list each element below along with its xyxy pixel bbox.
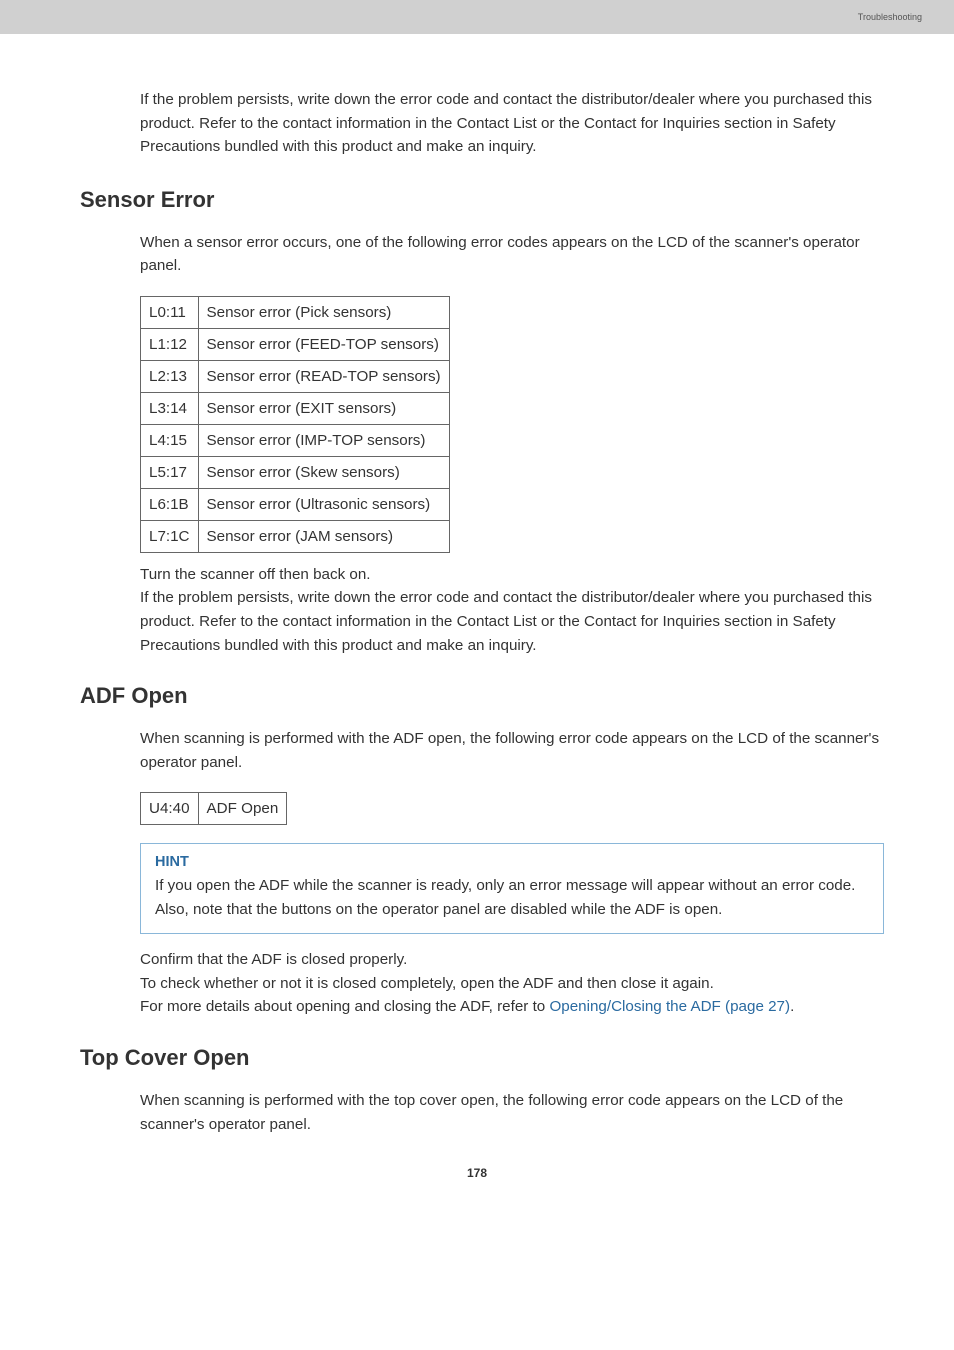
error-desc: Sensor error (Pick sensors) xyxy=(198,296,449,328)
adf-open-intro: When scanning is performed with the ADF … xyxy=(140,727,884,774)
header-category: Troubleshooting xyxy=(858,12,922,22)
sensor-error-after: Turn the scanner off then back on. If th… xyxy=(140,563,884,657)
table-row: L1:12 Sensor error (FEED-TOP sensors) xyxy=(141,328,450,360)
text-line: To check whether or not it is closed com… xyxy=(140,972,884,996)
error-code: L3:14 xyxy=(141,392,199,424)
text-prefix: For more details about opening and closi… xyxy=(140,998,549,1015)
error-code: U4:40 xyxy=(141,793,199,825)
text-line: Confirm that the ADF is closed properly. xyxy=(140,948,884,972)
adf-open-after: Confirm that the ADF is closed properly.… xyxy=(140,948,884,1019)
error-desc: Sensor error (Ultrasonic sensors) xyxy=(198,488,449,520)
error-desc: Sensor error (READ-TOP sensors) xyxy=(198,360,449,392)
table-row: L0:11 Sensor error (Pick sensors) xyxy=(141,296,450,328)
header-band: Troubleshooting xyxy=(0,0,954,34)
hint-title: HINT xyxy=(155,854,869,870)
error-code: L6:1B xyxy=(141,488,199,520)
hint-body: If you open the ADF while the scanner is… xyxy=(155,874,869,921)
page-content: If the problem persists, write down the … xyxy=(0,34,954,1180)
error-desc: Sensor error (JAM sensors) xyxy=(198,520,449,552)
error-code: L5:17 xyxy=(141,456,199,488)
hint-box: HINT If you open the ADF while the scann… xyxy=(140,843,884,934)
table-row: L5:17 Sensor error (Skew sensors) xyxy=(141,456,450,488)
error-code: L7:1C xyxy=(141,520,199,552)
top-cover-open-intro: When scanning is performed with the top … xyxy=(140,1089,884,1136)
cross-reference-link[interactable]: Opening/Closing the ADF (page 27) xyxy=(549,998,790,1015)
error-code: L1:12 xyxy=(141,328,199,360)
error-desc: Sensor error (Skew sensors) xyxy=(198,456,449,488)
table-row: L3:14 Sensor error (EXIT sensors) xyxy=(141,392,450,424)
table-row: L4:15 Sensor error (IMP-TOP sensors) xyxy=(141,424,450,456)
table-row: L6:1B Sensor error (Ultrasonic sensors) xyxy=(141,488,450,520)
error-code: L4:15 xyxy=(141,424,199,456)
error-desc: Sensor error (IMP-TOP sensors) xyxy=(198,424,449,456)
table-row: L2:13 Sensor error (READ-TOP sensors) xyxy=(141,360,450,392)
adf-open-table: U4:40 ADF Open xyxy=(140,792,287,825)
section-title-sensor-error: Sensor Error xyxy=(80,187,884,213)
hint-line: If you open the ADF while the scanner is… xyxy=(155,877,855,894)
text-line: If the problem persists, write down the … xyxy=(140,586,884,657)
error-desc: ADF Open xyxy=(198,793,287,825)
text-suffix: . xyxy=(790,998,794,1015)
text-line: For more details about opening and closi… xyxy=(140,995,884,1019)
error-desc: Sensor error (FEED-TOP sensors) xyxy=(198,328,449,360)
section-title-adf-open: ADF Open xyxy=(80,683,884,709)
error-code: L0:11 xyxy=(141,296,199,328)
error-desc: Sensor error (EXIT sensors) xyxy=(198,392,449,424)
table-row: U4:40 ADF Open xyxy=(141,793,287,825)
section-title-top-cover-open: Top Cover Open xyxy=(80,1045,884,1071)
sensor-error-table: L0:11 Sensor error (Pick sensors) L1:12 … xyxy=(140,296,450,553)
sensor-error-intro: When a sensor error occurs, one of the f… xyxy=(140,231,884,278)
table-row: L7:1C Sensor error (JAM sensors) xyxy=(141,520,450,552)
page-number: 178 xyxy=(70,1166,884,1180)
hint-line: Also, note that the buttons on the opera… xyxy=(155,901,722,918)
lead-paragraph: If the problem persists, write down the … xyxy=(140,88,884,159)
error-code: L2:13 xyxy=(141,360,199,392)
text-line: Turn the scanner off then back on. xyxy=(140,563,884,587)
